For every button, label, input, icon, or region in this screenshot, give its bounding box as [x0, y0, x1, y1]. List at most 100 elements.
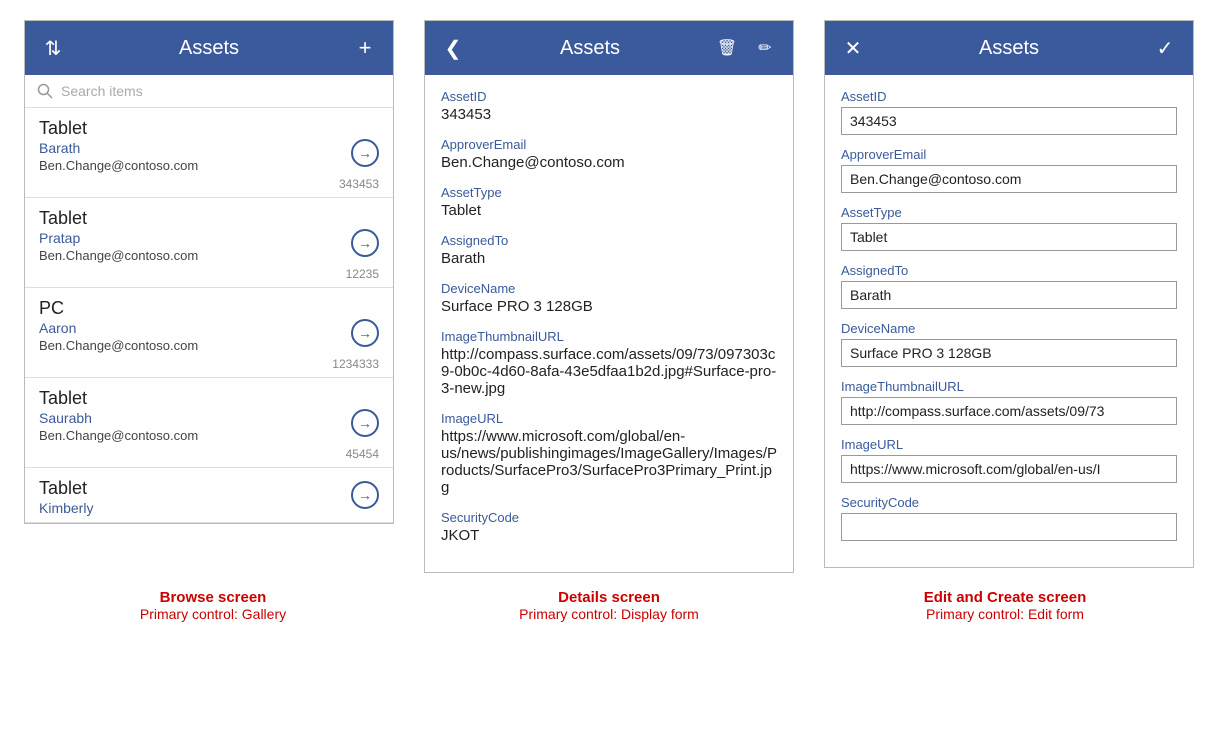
- edit-screen: Assets AssetID ApproverEmail AssetType A…: [824, 20, 1194, 568]
- item-name: Aaron: [39, 320, 379, 336]
- edit-input[interactable]: [841, 339, 1177, 367]
- caption-details: Details screen Primary control: Display …: [426, 589, 792, 622]
- edit-input[interactable]: [841, 513, 1177, 541]
- item-arrow-icon[interactable]: [351, 139, 379, 167]
- edit-field: DeviceName: [841, 321, 1177, 367]
- item-arrow-icon[interactable]: [351, 319, 379, 347]
- details-screen: Assets AssetID 343453 ApproverEmail Ben.…: [424, 20, 794, 573]
- details-title: Assets: [467, 37, 713, 60]
- browse-header: Assets: [25, 21, 393, 75]
- detail-field: AssignedTo Barath: [441, 233, 777, 267]
- detail-label: SecurityCode: [441, 510, 777, 525]
- edit-input[interactable]: [841, 165, 1177, 193]
- captions-row: Browse screen Primary control: Gallery D…: [30, 589, 1188, 622]
- sort-icon[interactable]: [39, 36, 67, 61]
- save-icon[interactable]: [1151, 36, 1179, 61]
- browse-title: Assets: [67, 37, 351, 60]
- item-title: Tablet: [39, 478, 379, 499]
- edit-input[interactable]: [841, 107, 1177, 135]
- item-title: Tablet: [39, 118, 379, 139]
- edit-input[interactable]: [841, 455, 1177, 483]
- detail-label: AssetID: [441, 89, 777, 104]
- detail-field: ApproverEmail Ben.Change@contoso.com: [441, 137, 777, 171]
- browse-screen: Assets Search items Tablet Barath Ben.Ch…: [24, 20, 394, 524]
- edit-label: AssetType: [841, 205, 1177, 220]
- detail-label: ImageURL: [441, 411, 777, 426]
- caption-browse-main: Browse screen: [30, 589, 396, 606]
- detail-value: Surface PRO 3 128GB: [441, 298, 777, 315]
- detail-label: AssignedTo: [441, 233, 777, 248]
- item-title: Tablet: [39, 388, 379, 409]
- item-id: 1234333: [39, 357, 379, 371]
- gallery-item[interactable]: Tablet Barath Ben.Change@contoso.com 343…: [25, 108, 393, 198]
- item-title: PC: [39, 298, 379, 319]
- edit-label: AssignedTo: [841, 263, 1177, 278]
- item-title: Tablet: [39, 208, 379, 229]
- edit-title: Assets: [867, 37, 1151, 60]
- search-placeholder: Search items: [61, 83, 143, 99]
- edit-input[interactable]: [841, 223, 1177, 251]
- item-name: Pratap: [39, 230, 379, 246]
- back-icon[interactable]: [439, 36, 467, 61]
- close-icon[interactable]: [839, 36, 867, 61]
- item-email: Ben.Change@contoso.com: [39, 248, 379, 263]
- edit-field: AssignedTo: [841, 263, 1177, 309]
- item-arrow-icon[interactable]: [351, 481, 379, 509]
- search-icon: [37, 83, 53, 99]
- item-email: Ben.Change@contoso.com: [39, 428, 379, 443]
- edit-body: AssetID ApproverEmail AssetType Assigned…: [825, 75, 1193, 567]
- detail-field: DeviceName Surface PRO 3 128GB: [441, 281, 777, 315]
- detail-field: AssetID 343453: [441, 89, 777, 123]
- item-id: 343453: [39, 177, 379, 191]
- detail-value: Ben.Change@contoso.com: [441, 154, 777, 171]
- item-email: Ben.Change@contoso.com: [39, 158, 379, 173]
- edit-field: ImageURL: [841, 437, 1177, 483]
- edit-input[interactable]: [841, 281, 1177, 309]
- edit-label: ImageURL: [841, 437, 1177, 452]
- add-icon[interactable]: [351, 35, 379, 61]
- detail-label: ImageThumbnailURL: [441, 329, 777, 344]
- item-name: Saurabh: [39, 410, 379, 426]
- item-id: 12235: [39, 267, 379, 281]
- edit-field: AssetType: [841, 205, 1177, 251]
- item-name: Kimberly: [39, 500, 379, 516]
- detail-field: ImageURL https://www.microsoft.com/globa…: [441, 411, 777, 496]
- edit-label: ImageThumbnailURL: [841, 379, 1177, 394]
- caption-edit-sub: Primary control: Edit form: [822, 606, 1188, 622]
- caption-browse: Browse screen Primary control: Gallery: [30, 589, 396, 622]
- delete-icon[interactable]: [713, 38, 741, 58]
- detail-value: 343453: [441, 106, 777, 123]
- detail-value: Tablet: [441, 202, 777, 219]
- gallery-item[interactable]: PC Aaron Ben.Change@contoso.com 1234333: [25, 288, 393, 378]
- detail-label: DeviceName: [441, 281, 777, 296]
- detail-value: JKOT: [441, 527, 777, 544]
- detail-field: SecurityCode JKOT: [441, 510, 777, 544]
- edit-icon[interactable]: [751, 38, 779, 58]
- details-header: Assets: [425, 21, 793, 75]
- gallery-item[interactable]: Tablet Kimberly: [25, 468, 393, 523]
- detail-label: AssetType: [441, 185, 777, 200]
- edit-label: DeviceName: [841, 321, 1177, 336]
- detail-field: AssetType Tablet: [441, 185, 777, 219]
- search-bar[interactable]: Search items: [25, 75, 393, 108]
- gallery-list: Tablet Barath Ben.Change@contoso.com 343…: [25, 108, 393, 523]
- caption-browse-sub: Primary control: Gallery: [30, 606, 396, 622]
- gallery-item[interactable]: Tablet Saurabh Ben.Change@contoso.com 45…: [25, 378, 393, 468]
- detail-label: ApproverEmail: [441, 137, 777, 152]
- edit-label: ApproverEmail: [841, 147, 1177, 162]
- edit-field: ApproverEmail: [841, 147, 1177, 193]
- item-id: 45454: [39, 447, 379, 461]
- detail-value: https://www.microsoft.com/global/en-us/n…: [441, 428, 777, 496]
- edit-label: AssetID: [841, 89, 1177, 104]
- item-email: Ben.Change@contoso.com: [39, 338, 379, 353]
- item-arrow-icon[interactable]: [351, 409, 379, 437]
- edit-field: SecurityCode: [841, 495, 1177, 541]
- item-arrow-icon[interactable]: [351, 229, 379, 257]
- detail-field: ImageThumbnailURL http://compass.surface…: [441, 329, 777, 397]
- gallery-item[interactable]: Tablet Pratap Ben.Change@contoso.com 122…: [25, 198, 393, 288]
- edit-field: ImageThumbnailURL: [841, 379, 1177, 425]
- edit-input[interactable]: [841, 397, 1177, 425]
- edit-header: Assets: [825, 21, 1193, 75]
- caption-edit-main: Edit and Create screen: [822, 589, 1188, 606]
- caption-details-main: Details screen: [426, 589, 792, 606]
